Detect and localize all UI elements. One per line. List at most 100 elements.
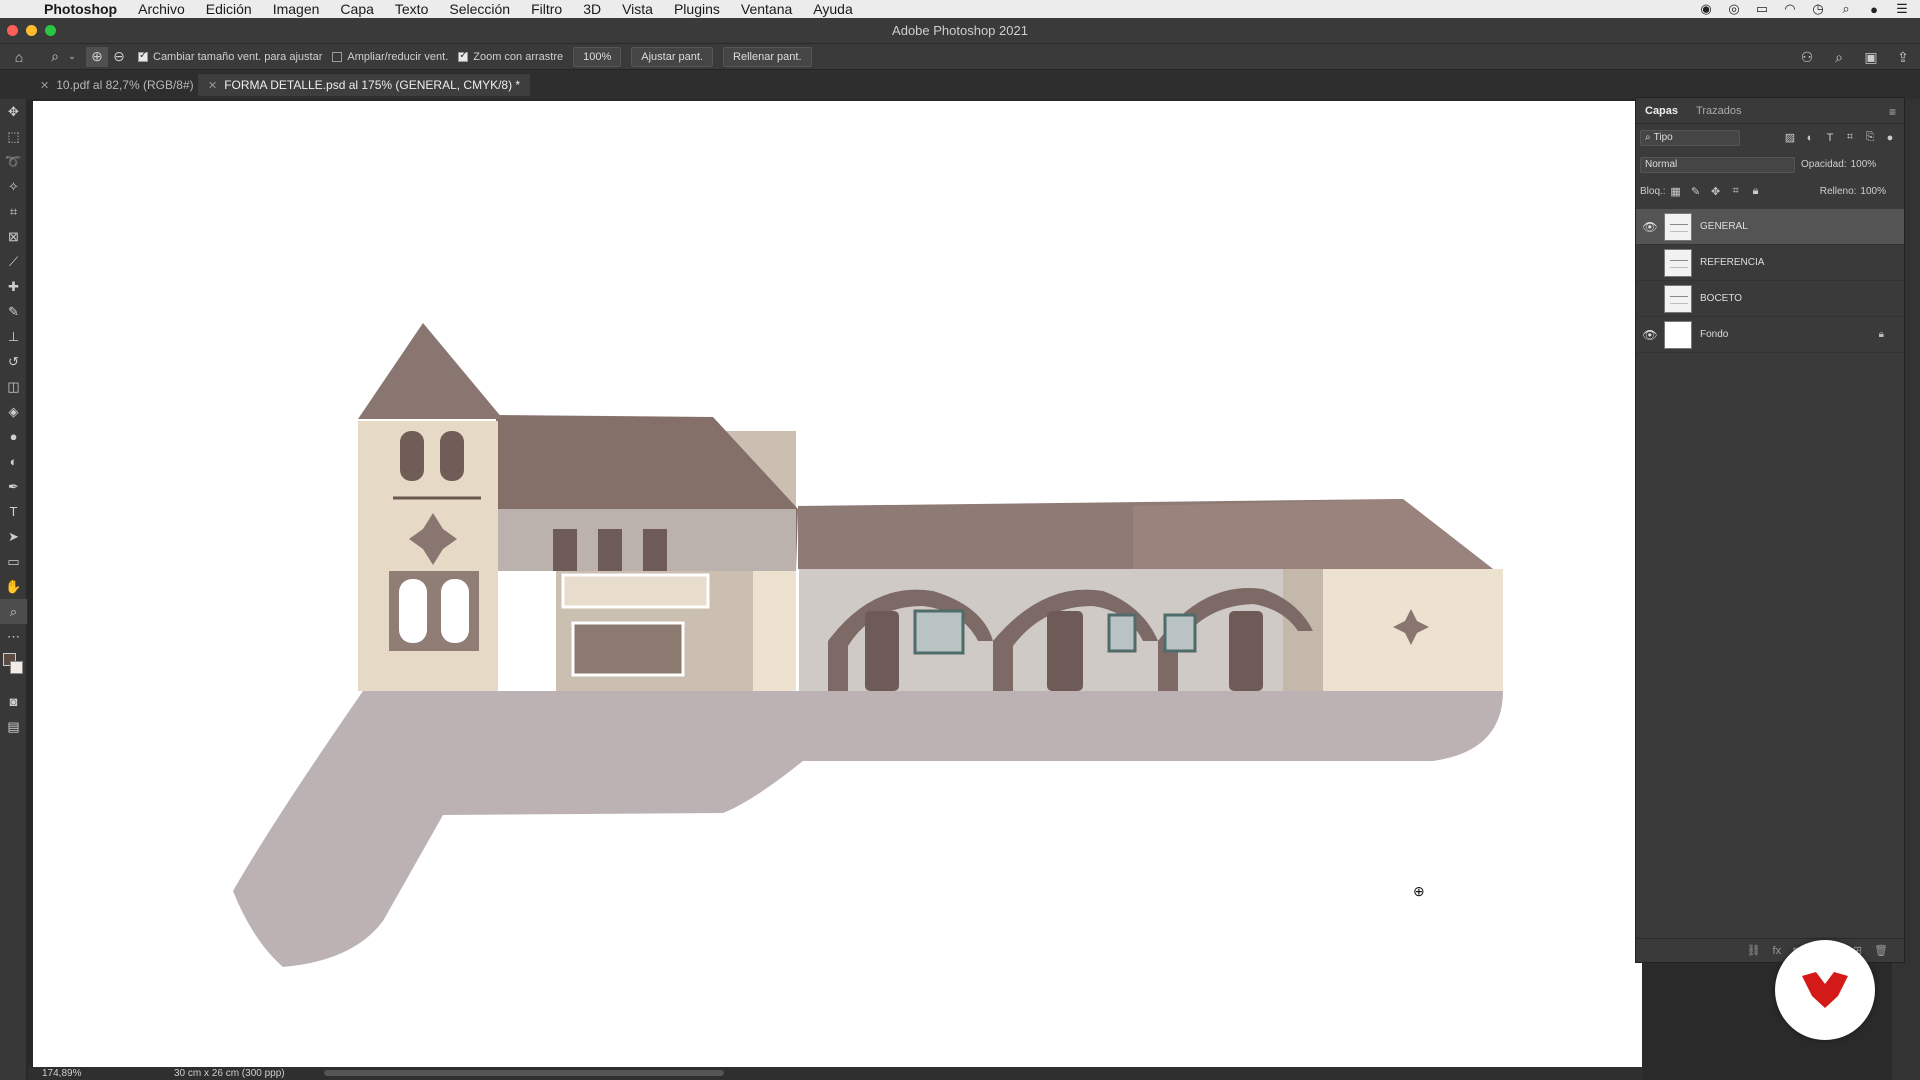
resize-windows-checkbox[interactable] <box>138 50 148 62</box>
tab-trazados[interactable]: Trazados <box>1687 105 1750 117</box>
marquee-tool-icon[interactable]: ⬚ <box>0 124 27 149</box>
scrubby-zoom-option[interactable]: Zoom con arrastre <box>458 50 563 63</box>
move-tool-icon[interactable]: ✥ <box>0 99 27 124</box>
healing-brush-icon[interactable]: ✚ <box>0 274 27 299</box>
minimize-window-button[interactable] <box>26 25 37 36</box>
eraser-icon[interactable]: ◫ <box>0 374 27 399</box>
visibility-toggle[interactable]: · <box>1636 256 1664 270</box>
close-window-button[interactable] <box>7 25 18 36</box>
zoom-all-windows-option[interactable]: Ampliar/reducir vent. <box>332 51 448 63</box>
lock-position-icon[interactable]: ✥ <box>1706 185 1726 198</box>
canvas-area[interactable]: ⊕ <box>28 99 1765 1067</box>
airplay-icon[interactable]: ▭ <box>1754 1 1770 17</box>
filter-type-icon[interactable]: T <box>1820 132 1840 144</box>
layer-row-boceto[interactable]: · BOCETO <box>1636 281 1904 317</box>
maximize-window-button[interactable] <box>45 25 56 36</box>
control-center-icon[interactable]: ☰ <box>1894 1 1910 17</box>
crop-tool-icon[interactable]: ⌗ <box>0 199 27 224</box>
menu-imagen[interactable]: Imagen <box>273 1 320 17</box>
dodge-tool-icon[interactable]: ◐ <box>0 449 27 474</box>
zoom-tool-icon[interactable]: ⌕ <box>0 599 27 624</box>
paint-bucket-icon[interactable]: ◈ <box>0 399 27 424</box>
zoom-level[interactable]: 174,89% <box>42 1068 122 1079</box>
menu-vista[interactable]: Vista <box>622 1 653 17</box>
horizontal-scrollbar[interactable] <box>324 1070 724 1076</box>
menu-ventana[interactable]: Ventana <box>741 1 792 17</box>
lasso-tool-icon[interactable]: ➰ <box>0 149 27 174</box>
scrubby-zoom-checkbox[interactable] <box>458 50 469 62</box>
zoom-out-icon[interactable]: ⊖ <box>108 47 130 67</box>
history-brush-icon[interactable]: ↺ <box>0 349 27 374</box>
share-icon[interactable]: ⚇ <box>1796 47 1818 67</box>
menu-texto[interactable]: Texto <box>395 1 428 17</box>
brush-tool-icon[interactable]: ✎ <box>0 299 27 324</box>
menu-filtro[interactable]: Filtro <box>531 1 562 17</box>
lock-all-icon[interactable]: 🔒︎ <box>1746 185 1766 198</box>
export-icon[interactable]: ⇪ <box>1892 47 1914 67</box>
menu-plugins[interactable]: Plugins <box>674 1 720 17</box>
background-color-icon[interactable] <box>10 661 23 674</box>
filter-toggle-icon[interactable]: ● <box>1880 132 1900 144</box>
tab-capas[interactable]: Capas <box>1636 105 1687 117</box>
lock-transparent-icon[interactable]: ▦ <box>1666 185 1686 198</box>
layer-name[interactable]: REFERENCIA <box>1700 257 1764 268</box>
close-tab-icon[interactable]: ✕ <box>208 79 217 92</box>
filter-shape-icon[interactable]: ⌗ <box>1840 131 1860 144</box>
filter-adjustment-icon[interactable]: ◐ <box>1800 132 1820 144</box>
layer-name[interactable]: GENERAL <box>1700 221 1748 232</box>
menu-ayuda[interactable]: Ayuda <box>813 1 852 17</box>
visibility-eye-icon[interactable]: 👁︎ <box>1636 220 1664 234</box>
record-icon[interactable]: ◉ <box>1698 1 1714 17</box>
layer-row-general[interactable]: 👁︎ GENERAL <box>1636 209 1904 245</box>
zoom-100-button[interactable]: 100% <box>573 46 622 67</box>
spotlight-icon[interactable]: ⌕ <box>1838 1 1854 17</box>
chevron-down-icon[interactable]: ⌄ <box>66 47 78 67</box>
menu-seleccion[interactable]: Selección <box>449 1 510 17</box>
layer-name[interactable]: Fondo <box>1700 329 1728 340</box>
close-tab-icon[interactable]: ✕ <box>40 79 49 92</box>
menu-archivo[interactable]: Archivo <box>138 1 185 17</box>
visibility-toggle[interactable]: · <box>1636 292 1664 306</box>
eyedropper-icon[interactable]: ⟋ <box>0 249 27 274</box>
hand-tool-icon[interactable]: ✋ <box>0 574 27 599</box>
magic-wand-icon[interactable]: ✧ <box>0 174 27 199</box>
link-layers-icon[interactable]: ⛓ <box>1747 944 1761 957</box>
tab-forma-detalle[interactable]: ✕ FORMA DETALLE.psd al 175% (GENERAL, CM… <box>198 74 531 96</box>
tab-10-pdf[interactable]: ✕ 10.pdf al 82,7% (RGB/8#) <box>30 74 204 96</box>
delete-layer-icon[interactable]: 🗑︎ <box>1874 944 1888 957</box>
fill-screen-button[interactable]: Rellenar pant. <box>723 46 812 67</box>
time-machine-icon[interactable]: ◷ <box>1810 1 1826 17</box>
filter-pixel-icon[interactable]: ▨ <box>1780 131 1800 144</box>
menu-app-photoshop[interactable]: Photoshop <box>44 1 117 17</box>
creative-cloud-icon[interactable]: ◎ <box>1726 1 1742 17</box>
lock-artboard-icon[interactable]: ⌗ <box>1726 185 1746 198</box>
blur-tool-icon[interactable]: ● <box>0 424 27 449</box>
rectangle-tool-icon[interactable]: ▭ <box>0 549 27 574</box>
layer-filter-select[interactable]: ⌕ Tipo <box>1640 129 1740 146</box>
lock-pixels-icon[interactable]: ✎ <box>1686 185 1706 198</box>
type-tool-icon[interactable]: T <box>0 499 27 524</box>
workspace-icon[interactable]: ▣ <box>1860 47 1882 67</box>
zoom-all-windows-checkbox[interactable] <box>332 51 343 62</box>
fit-screen-button[interactable]: Ajustar pant. <box>631 46 714 67</box>
layer-row-referencia[interactable]: · REFERENCIA <box>1636 245 1904 281</box>
screen-mode-icon[interactable]: ▤ <box>0 714 27 739</box>
visibility-eye-icon[interactable]: 👁︎ <box>1636 328 1664 342</box>
quick-mask-icon[interactable]: ◙ <box>0 689 27 714</box>
menu-3d[interactable]: 3D <box>583 1 601 17</box>
fill-value[interactable]: 100% <box>1860 186 1886 197</box>
wifi-icon[interactable]: ◠ <box>1782 1 1798 17</box>
panel-menu-icon[interactable]: ≡ <box>1889 105 1896 119</box>
home-icon[interactable]: ⌂ <box>8 47 30 67</box>
filter-smart-object-icon[interactable]: ⎘ <box>1860 131 1880 144</box>
color-swatches[interactable] <box>0 649 27 689</box>
path-selection-icon[interactable]: ➤ <box>0 524 27 549</box>
search-icon[interactable]: ⌕ <box>1828 47 1850 67</box>
menu-capa[interactable]: Capa <box>340 1 373 17</box>
document-canvas[interactable] <box>33 101 1765 1067</box>
clone-stamp-icon[interactable]: ⊥ <box>0 324 27 349</box>
resize-windows-option[interactable]: Cambiar tamaño vent. para ajustar <box>138 50 322 63</box>
layer-name[interactable]: BOCETO <box>1700 293 1742 304</box>
layer-style-icon[interactable]: fx <box>1773 945 1782 957</box>
layer-row-fondo[interactable]: 👁︎ Fondo 🔒︎ <box>1636 317 1904 353</box>
